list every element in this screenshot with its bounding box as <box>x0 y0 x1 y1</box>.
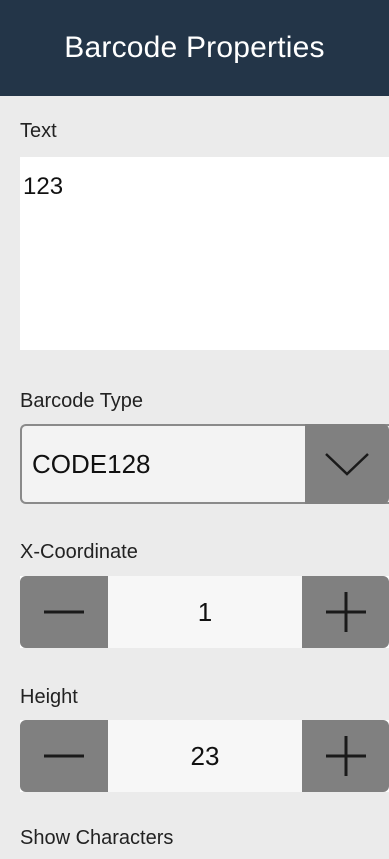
panel-header: Barcode Properties <box>0 0 389 96</box>
x-coordinate-value[interactable]: 1 <box>108 576 302 648</box>
text-label: Text <box>20 120 57 142</box>
show-characters-label: Show Characters <box>20 827 174 849</box>
plus-icon <box>325 736 366 776</box>
panel-title: Barcode Properties <box>64 31 325 64</box>
barcode-type-dropdown-button[interactable] <box>305 424 389 504</box>
plus-icon <box>325 592 366 632</box>
height-increment-button[interactable] <box>302 720 389 792</box>
chevron-down-icon <box>325 453 369 476</box>
x-coordinate-decrement-button[interactable] <box>20 576 108 648</box>
minus-icon <box>44 610 84 614</box>
barcode-properties-panel: Barcode Properties Text 123 Barcode Type… <box>0 0 389 859</box>
x-coordinate-stepper: 1 <box>20 576 389 648</box>
minus-icon <box>44 754 84 758</box>
x-coordinate-increment-button[interactable] <box>302 576 389 648</box>
barcode-type-select[interactable]: CODE128 <box>20 424 389 504</box>
height-value[interactable]: 23 <box>108 720 302 792</box>
text-input[interactable]: 123 <box>20 157 389 350</box>
height-label: Height <box>20 686 78 708</box>
barcode-type-value: CODE128 <box>32 448 151 479</box>
barcode-type-label: Barcode Type <box>20 390 144 412</box>
height-decrement-button[interactable] <box>20 720 108 792</box>
x-coordinate-label: X-Coordinate <box>20 541 138 563</box>
height-stepper: 23 <box>20 720 389 792</box>
